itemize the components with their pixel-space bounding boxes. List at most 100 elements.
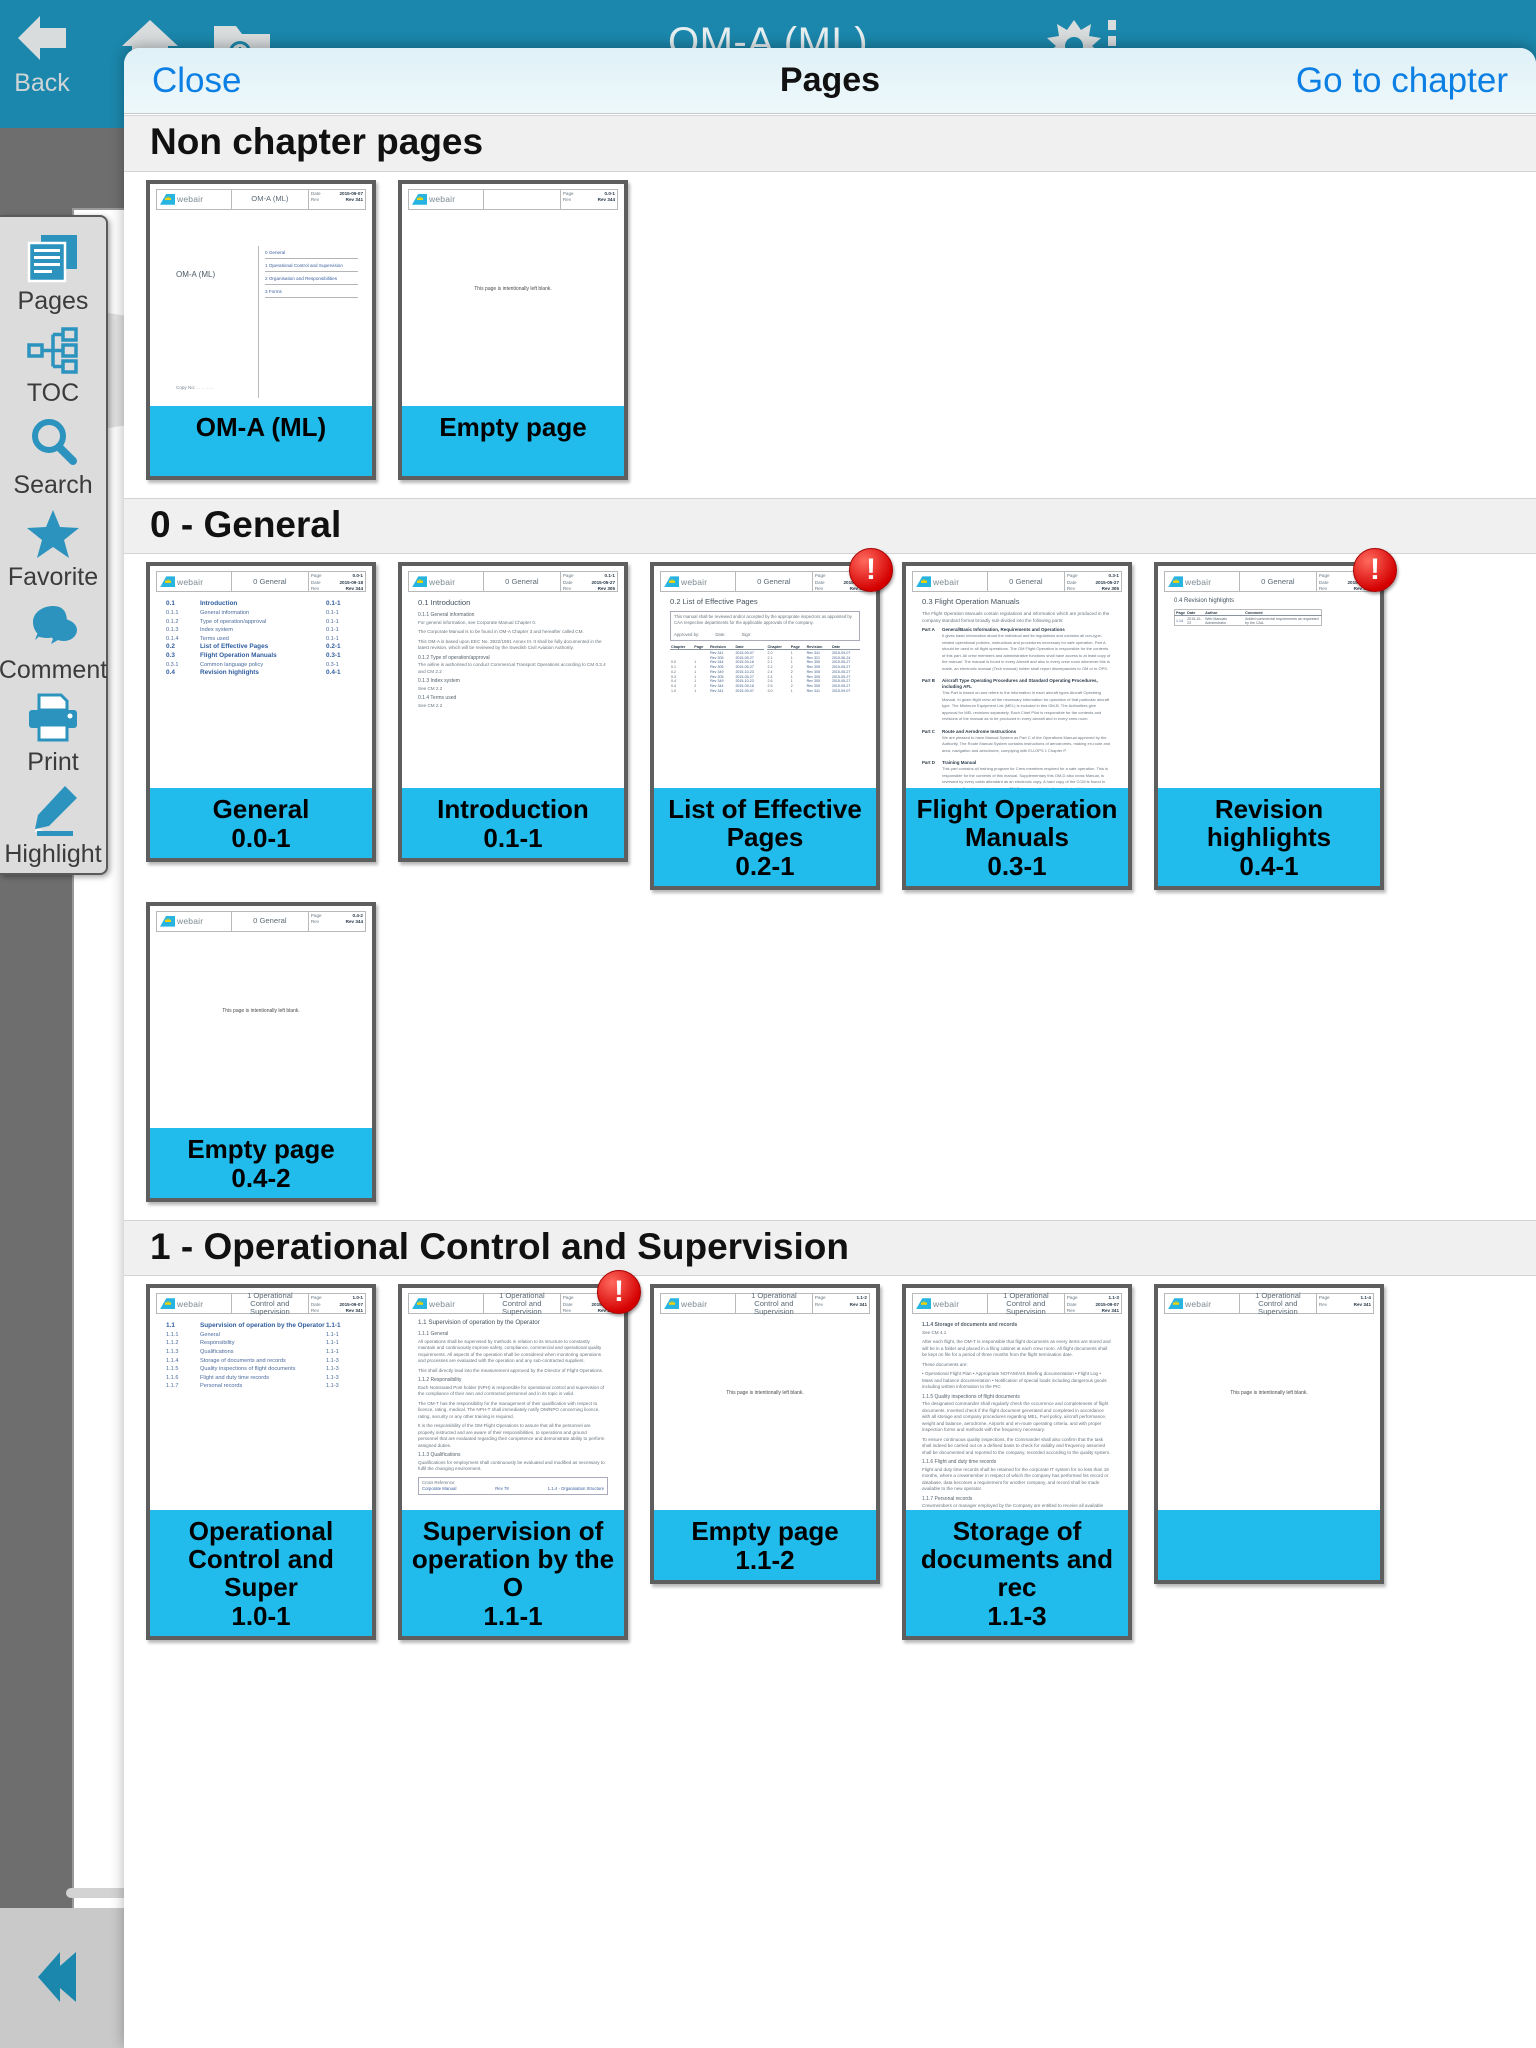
table-cell: 3.0	[767, 689, 773, 694]
toc-entry: 0.3 Flight Operation Manuals 0.3-1	[166, 652, 356, 661]
revision-highlights-table: Page Date Author Comment 1.14 2015-10-23 Web M…	[1174, 609, 1323, 627]
thumbnail-caption: Flight Operation Manuals 0.3-1	[906, 788, 1128, 886]
toc-page: 1.1-1	[326, 1322, 341, 1330]
sidebar-item-pages[interactable]: Pages	[0, 227, 107, 319]
thumbnail-page-number	[1162, 1574, 1376, 1576]
manual-part: Part C Route and Aerodrome Instructions We…	[922, 729, 1112, 758]
table-cell: 1.0	[671, 689, 676, 694]
brand-name: webair	[1185, 576, 1212, 587]
sub-heading: 1.1.1 General	[418, 1331, 449, 1338]
sub-heading: 1.1.3 Qualifications	[418, 1452, 461, 1459]
alert-badge-icon: !	[597, 1270, 641, 1315]
airline-tailfin-logo	[1168, 576, 1183, 588]
thumbnail-title: Empty page	[187, 1133, 335, 1164]
toc-tree-icon	[27, 327, 78, 374]
page-preview: webair 0 General Page 0.0-1 Date 2015-09-1…	[150, 566, 372, 789]
thumbnail-caption: Revision highlights 0.4-1	[1158, 788, 1380, 886]
previous-page-bar[interactable]	[0, 1908, 140, 2048]
pages-icon	[27, 234, 77, 282]
toc-title: General	[200, 1331, 220, 1338]
manual-part-label: Part C	[922, 728, 935, 734]
modal-header: Close Pages Go to chapter	[124, 48, 1536, 114]
pages-scroll-area[interactable]: Non chapter pages webair OM-A (ML) Date 2…	[124, 115, 1536, 2048]
page-thumbnail[interactable]: webair 1 Operational Control and Supervi…	[146, 1284, 376, 1640]
sidebar-item-print[interactable]: Print	[0, 688, 107, 780]
brand-name: webair	[429, 1298, 456, 1309]
toc-page: 1.1-3	[326, 1366, 339, 1373]
paragraph: The OM-T has the responsibility for the …	[418, 1400, 600, 1419]
airline-tailfin-logo	[664, 1298, 679, 1310]
thumbnail-grid-operational-control: webair 1 Operational Control and Supervi…	[124, 1270, 1536, 1657]
sidebar-item-comment[interactable]: Comment	[0, 596, 107, 688]
table-cell: 1	[694, 689, 697, 694]
toc-title: Terms used	[200, 635, 229, 642]
sidebar-item-toc[interactable]: TOC	[0, 319, 107, 411]
page-header-meta: Page 0.3-1 Date 2015-05-27 Rev Rev 305	[1066, 573, 1119, 591]
sidebar-item-highlight-label: Highlight	[4, 840, 102, 869]
cross-reference-manual: Corporate Manual	[422, 1485, 457, 1491]
page-thumbnail[interactable]: ! webair 1 Operational Control and Super…	[398, 1270, 641, 1640]
page-thumbnail[interactable]: webair OM-A (ML) Date 2015-09-07 Rev Rev 3…	[146, 179, 376, 480]
thumbnail-caption: Operational Control and Super 1.0-1	[150, 1510, 372, 1636]
thumbnail-page-number: 0.1-1	[483, 823, 543, 854]
page-thumbnail[interactable]: webair 1 Operational Control and Supervi…	[1154, 1284, 1384, 1639]
toc-title: Supervision of operation by the Operator	[200, 1322, 325, 1330]
printer-icon	[29, 693, 77, 742]
thumbnail-title: Introduction	[437, 794, 589, 825]
thumbnail-page-number: 1.0-1	[231, 1600, 291, 1631]
manual-parts-list: Part A General/Basic Information, Require…	[922, 627, 1112, 788]
toc-title: Index system	[200, 627, 233, 634]
sidebar-item-favorite[interactable]: Favorite	[0, 504, 107, 596]
page-header-center: 0 General	[736, 572, 813, 592]
manual-part-title: Aircraft Type Operating Procedures and S…	[942, 678, 1098, 690]
section-body: See CM 4.1 After each flight, the OM-T is…	[922, 1330, 1112, 1511]
table-row: 1.14 2015-10-23 Web Manuals Administrator A…	[1175, 616, 1322, 626]
page-thumbnail[interactable]: webair 0 General Page 0.3-1 Date 2015-05-2…	[902, 562, 1132, 890]
cross-reference-target: 1.1.4 - Organisation Structure	[547, 1485, 604, 1491]
table-cell: Rev 341	[710, 689, 724, 694]
thumbnail-caption: Empty page	[402, 405, 624, 476]
page-thumbnail[interactable]: ! webair 0 General Page0.4-1 Date2015-10…	[1154, 548, 1397, 890]
toc-page: 1.1-1	[326, 1331, 339, 1338]
toc-page: 0.1-1	[326, 635, 339, 642]
brand-name: webair	[681, 1298, 708, 1309]
airline-tailfin-logo	[160, 576, 175, 588]
effective-pages-table: Chapter Page Revision Date 2.0 1 Rev 341 2015-0…	[766, 644, 860, 694]
go-to-chapter-button[interactable]: Go to chapter	[1296, 61, 1508, 101]
airline-tailfin-logo	[664, 576, 679, 588]
page-preview: webair 1 Operational Control and Supervi…	[1158, 1288, 1380, 1511]
sub-heading: 0.1.3 Index system	[418, 678, 460, 685]
cover-title: OM-A (ML)	[176, 269, 216, 279]
page-preview: webair 0 General Page 0.4-2 Rev Rev 344 Th…	[150, 905, 372, 1128]
brand-name: webair	[933, 1298, 960, 1309]
page-thumbnail[interactable]: webair Page 0.0-1 Rev Rev 344 This page is…	[398, 179, 628, 480]
page-thumbnail[interactable]: webair 0 General Page 0.1-1 Date 2015-05-2…	[398, 562, 628, 889]
page-header-meta: Page 0.4-2 Rev Rev 344	[310, 912, 363, 924]
toc-list: 1.1 Supervision of operation by the Opera…	[156, 1314, 366, 1391]
manual-part-text: This Part is based on and refers to the …	[942, 690, 1110, 722]
page-thumbnail[interactable]: ! webair 0 General Page0.2-1 Date2015-10…	[650, 548, 893, 890]
page-thumbnail[interactable]: webair 0 General Page 0.0-1 Date 2015-09-1…	[146, 562, 376, 889]
approved-by-label: Approved by:	[674, 632, 700, 638]
page-thumbnail[interactable]: webair 1 Operational Control and Supervi…	[902, 1284, 1132, 1640]
sidebar-item-highlight[interactable]: Highlight	[0, 781, 107, 873]
section-heading: 0.4 Revision highlights	[1174, 598, 1235, 605]
section-lead: The Flight Operation Manuals contain reg…	[922, 611, 1110, 623]
toc-page: 0.1-1	[326, 609, 339, 616]
page-thumbnail[interactable]: webair 0 General Page 0.4-2 Rev Rev 344 Th…	[146, 901, 376, 1202]
toc-entry: 1.1.3 Qualifications 1.1-1	[166, 1348, 356, 1357]
section-body: 0.1.1 General information For general inf…	[418, 612, 608, 709]
toc-number: 0.4	[166, 669, 175, 677]
close-button[interactable]: Close	[152, 61, 241, 101]
sidebar-item-pages-label: Pages	[17, 286, 89, 315]
toc-title: Responsibility	[200, 1340, 235, 1347]
manual-part-text: It gives basic information about the ind…	[942, 633, 1111, 671]
sidebar-item-search[interactable]: Search	[0, 412, 107, 504]
blank-page-note: This page is intentionally left blank.	[726, 1390, 804, 1397]
meta-key: Rev	[310, 196, 320, 202]
thumbnail-page-number: 1.1-1	[483, 1600, 543, 1631]
brand-name: webair	[177, 1298, 204, 1309]
manual-part: Part D Training Manual This part contains …	[922, 760, 1112, 788]
page-thumbnail[interactable]: webair 1 Operational Control and Supervi…	[650, 1284, 880, 1639]
page-header-meta: Page 0.1-1 Date 2015-05-27 Rev Rev 305	[562, 573, 615, 591]
